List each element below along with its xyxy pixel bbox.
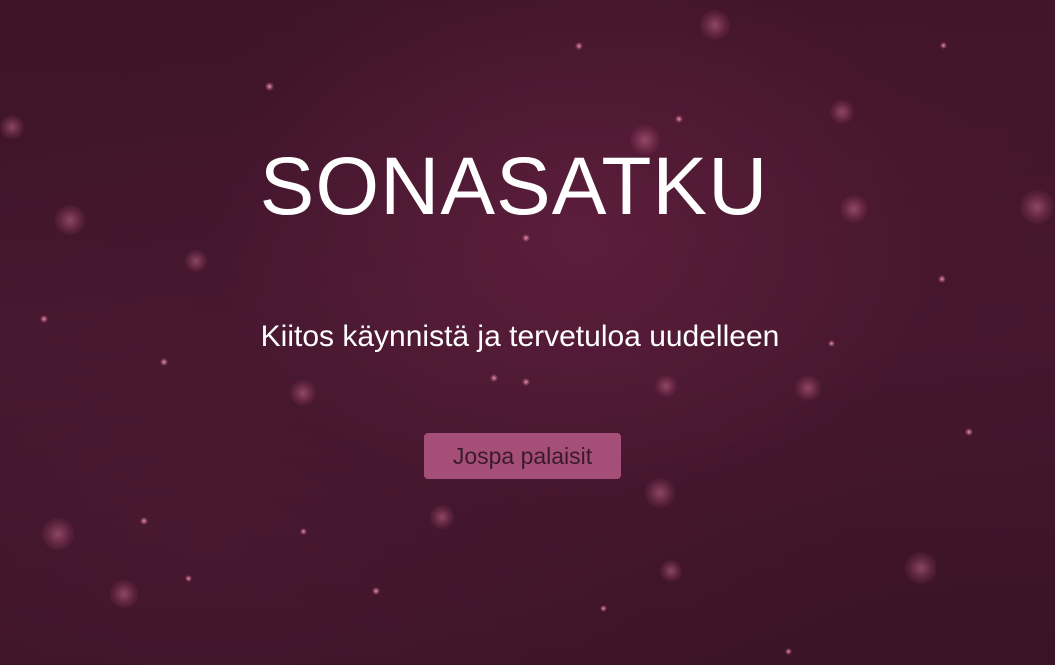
welcome-screen: SONASATKU Kiitos käynnistä ja tervetuloa… <box>0 0 1055 665</box>
page-title: SONASATKU <box>259 141 769 232</box>
return-button[interactable]: Jospa palaisit <box>424 433 621 479</box>
welcome-message: Kiitos käynnistä ja tervetuloa uudelleen <box>260 320 780 353</box>
